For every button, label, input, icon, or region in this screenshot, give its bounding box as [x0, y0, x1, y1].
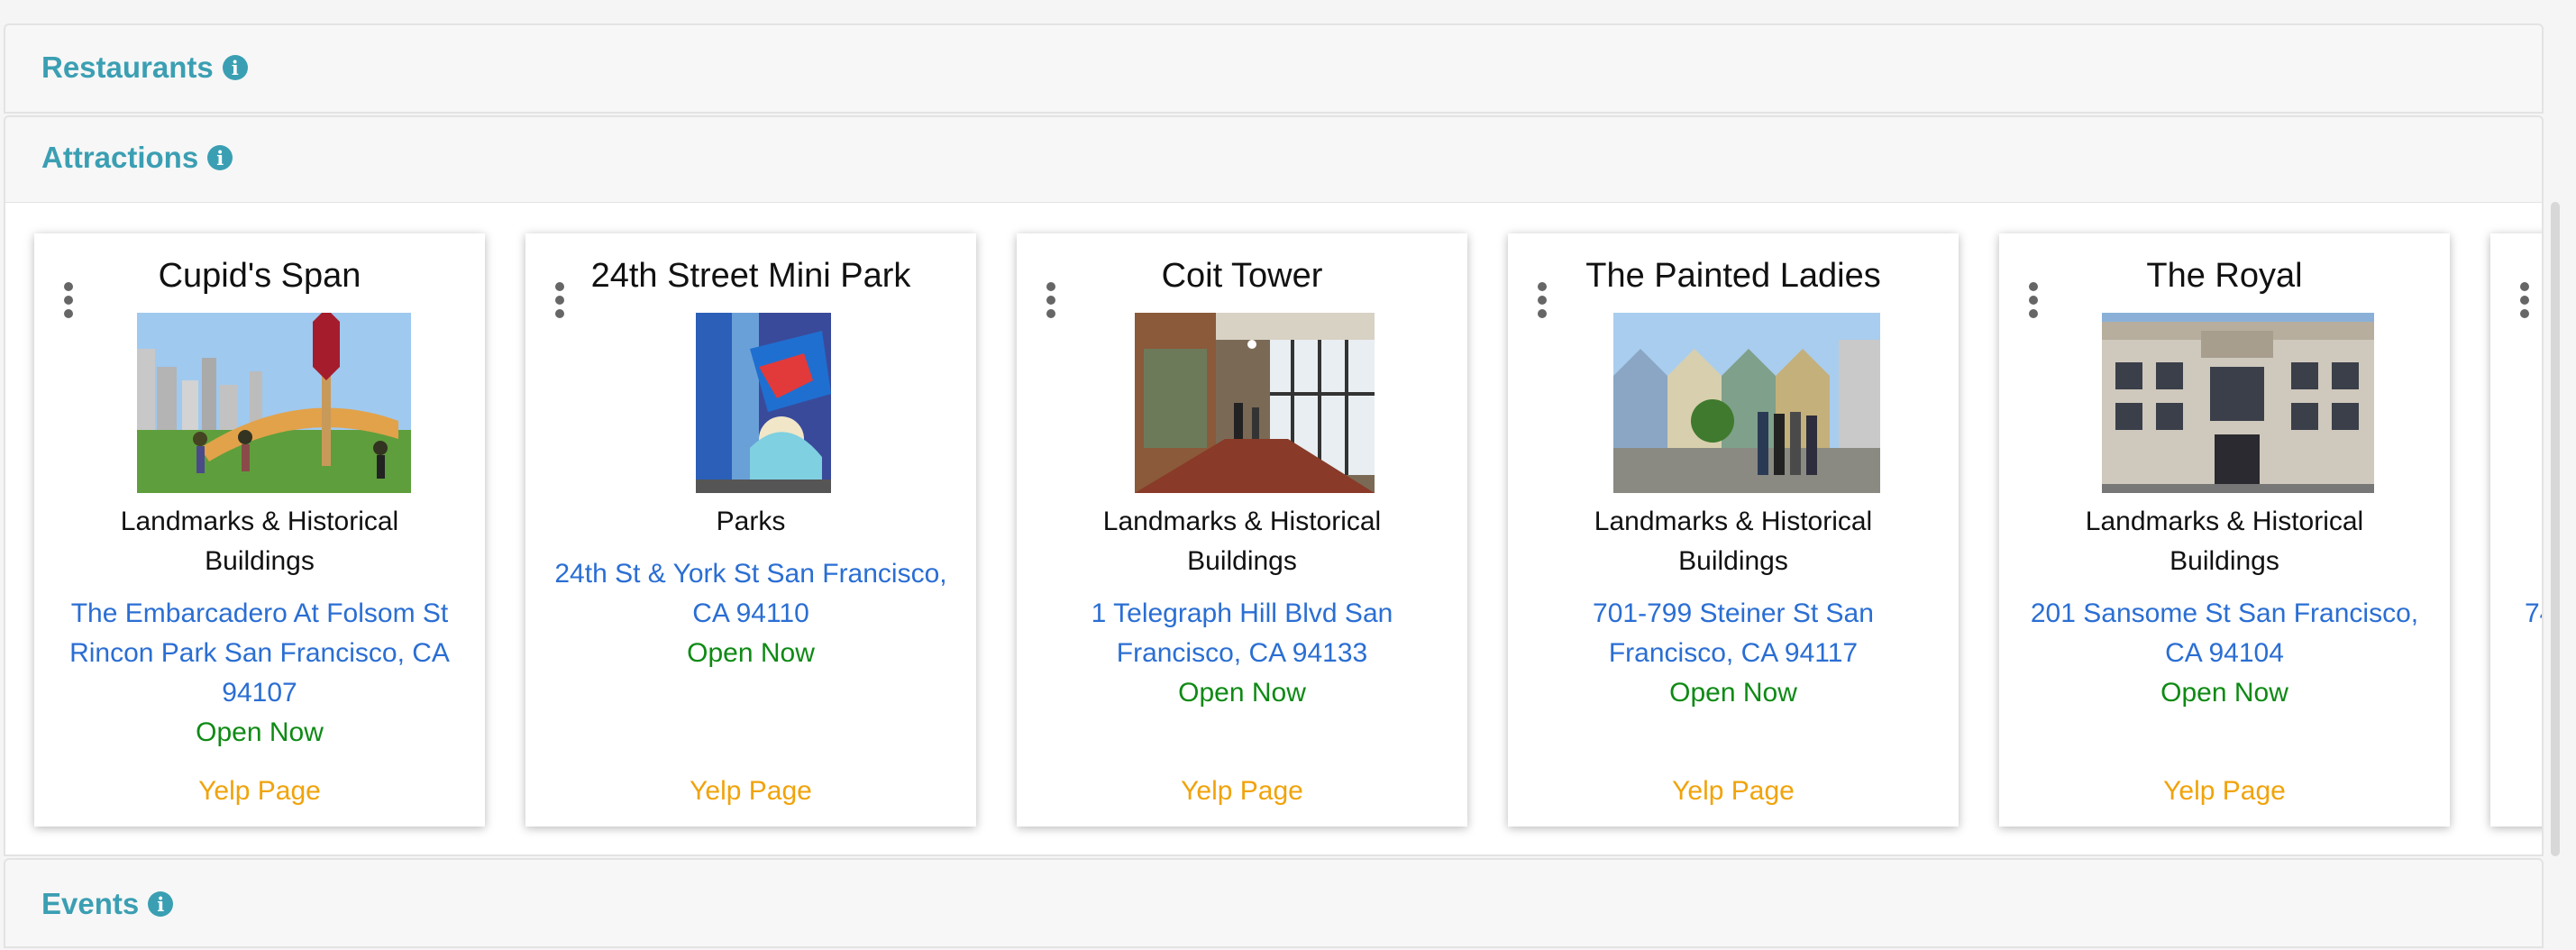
- restaurants-section-title[interactable]: Restaurants i: [41, 50, 248, 85]
- info-icon[interactable]: i: [207, 145, 233, 170]
- attractions-card-carousel[interactable]: Cupid's Span Landmarks & Historical Buil…: [4, 202, 2544, 856]
- info-icon[interactable]: i: [222, 55, 248, 80]
- attraction-card[interactable]: The Royal Landmarks & Historical Buildin…: [1999, 233, 2450, 827]
- card-title: The Painted Ladies: [1585, 257, 1881, 295]
- card-address-link[interactable]: 701-799 Steiner St San Francisco, CA 941…: [1530, 594, 1937, 673]
- attractions-section-header[interactable]: Attractions i: [4, 115, 2544, 204]
- events-section-title[interactable]: Events i: [41, 887, 174, 921]
- card-title: Coit Tower: [1161, 257, 1323, 295]
- card-open-status: Open Now: [2160, 678, 2288, 708]
- card-category: Landmarks & Historical Buildings: [120, 507, 399, 576]
- events-title-text: Events: [41, 887, 140, 920]
- building-facade-photo: [2102, 313, 2374, 493]
- restaurants-section-header[interactable]: Restaurants i: [4, 23, 2544, 114]
- sculpture-photo: [137, 313, 411, 493]
- card-title: 24th Street Mini Park: [590, 257, 911, 295]
- card-address-link[interactable]: The Embarcadero At Folsom St Rincon Park…: [56, 594, 463, 713]
- card-category: Landmarks & Historical Buildings: [2085, 507, 2364, 576]
- victorian-houses-photo: [1613, 313, 1880, 493]
- card-address-link[interactable]: 201 Sansome St San Francisco, CA 94104: [2021, 594, 2428, 673]
- yelp-page-link[interactable]: Yelp Page: [544, 776, 958, 807]
- card-open-status: Open Now: [687, 638, 815, 668]
- attractions-title-text: Attractions: [41, 141, 199, 174]
- card-address-link[interactable]: 24th St & York St San Francisco, CA 9411…: [547, 554, 955, 634]
- yelp-page-link[interactable]: Yelp Page: [52, 776, 467, 807]
- yelp-page-link[interactable]: Yelp Page: [2017, 776, 2432, 807]
- attractions-section-title[interactable]: Attractions i: [41, 141, 233, 175]
- info-icon[interactable]: i: [148, 891, 174, 917]
- card-category: Landmarks & Historical Buildings: [1594, 507, 1873, 576]
- card-open-status: Open Now: [1669, 678, 1797, 708]
- attraction-card[interactable]: The Painted Ladies Landmarks & Historica…: [1508, 233, 1959, 827]
- corridor-photo: [1135, 313, 1375, 493]
- card-category: Parks: [716, 507, 786, 536]
- attraction-card[interactable]: 24th Street Mini Park Parks 24th St & Yo…: [525, 233, 976, 827]
- vertical-scrollbar[interactable]: [2551, 202, 2560, 856]
- kebab-menu-icon[interactable]: [2517, 282, 2532, 318]
- attraction-card[interactable]: Cupid's Span Landmarks & Historical Buil…: [34, 233, 485, 827]
- card-title: Cupid's Span: [158, 257, 361, 295]
- restaurants-title-text: Restaurants: [41, 50, 214, 84]
- card-open-status: Open Now: [196, 717, 324, 747]
- attraction-card[interactable]: Y 74: [2490, 233, 2542, 827]
- attraction-card[interactable]: Coit Tower Landmarks & Historical Buildi…: [1017, 233, 1467, 827]
- card-address-link[interactable]: 1 Telegraph Hill Blvd San Francisco, CA …: [1038, 594, 1446, 673]
- card-category: Landmarks & Historical Buildings: [1102, 507, 1382, 576]
- card-address-link[interactable]: 74: [2525, 594, 2542, 634]
- events-section-header[interactable]: Events i: [4, 858, 2544, 948]
- card-open-status: Open Now: [1178, 678, 1306, 708]
- card-title: The Royal: [2146, 257, 2303, 295]
- yelp-page-link[interactable]: Yelp Page: [1035, 776, 1449, 807]
- yelp-page-link[interactable]: Yelp Page: [1526, 776, 1941, 807]
- mural-photo: [696, 313, 831, 493]
